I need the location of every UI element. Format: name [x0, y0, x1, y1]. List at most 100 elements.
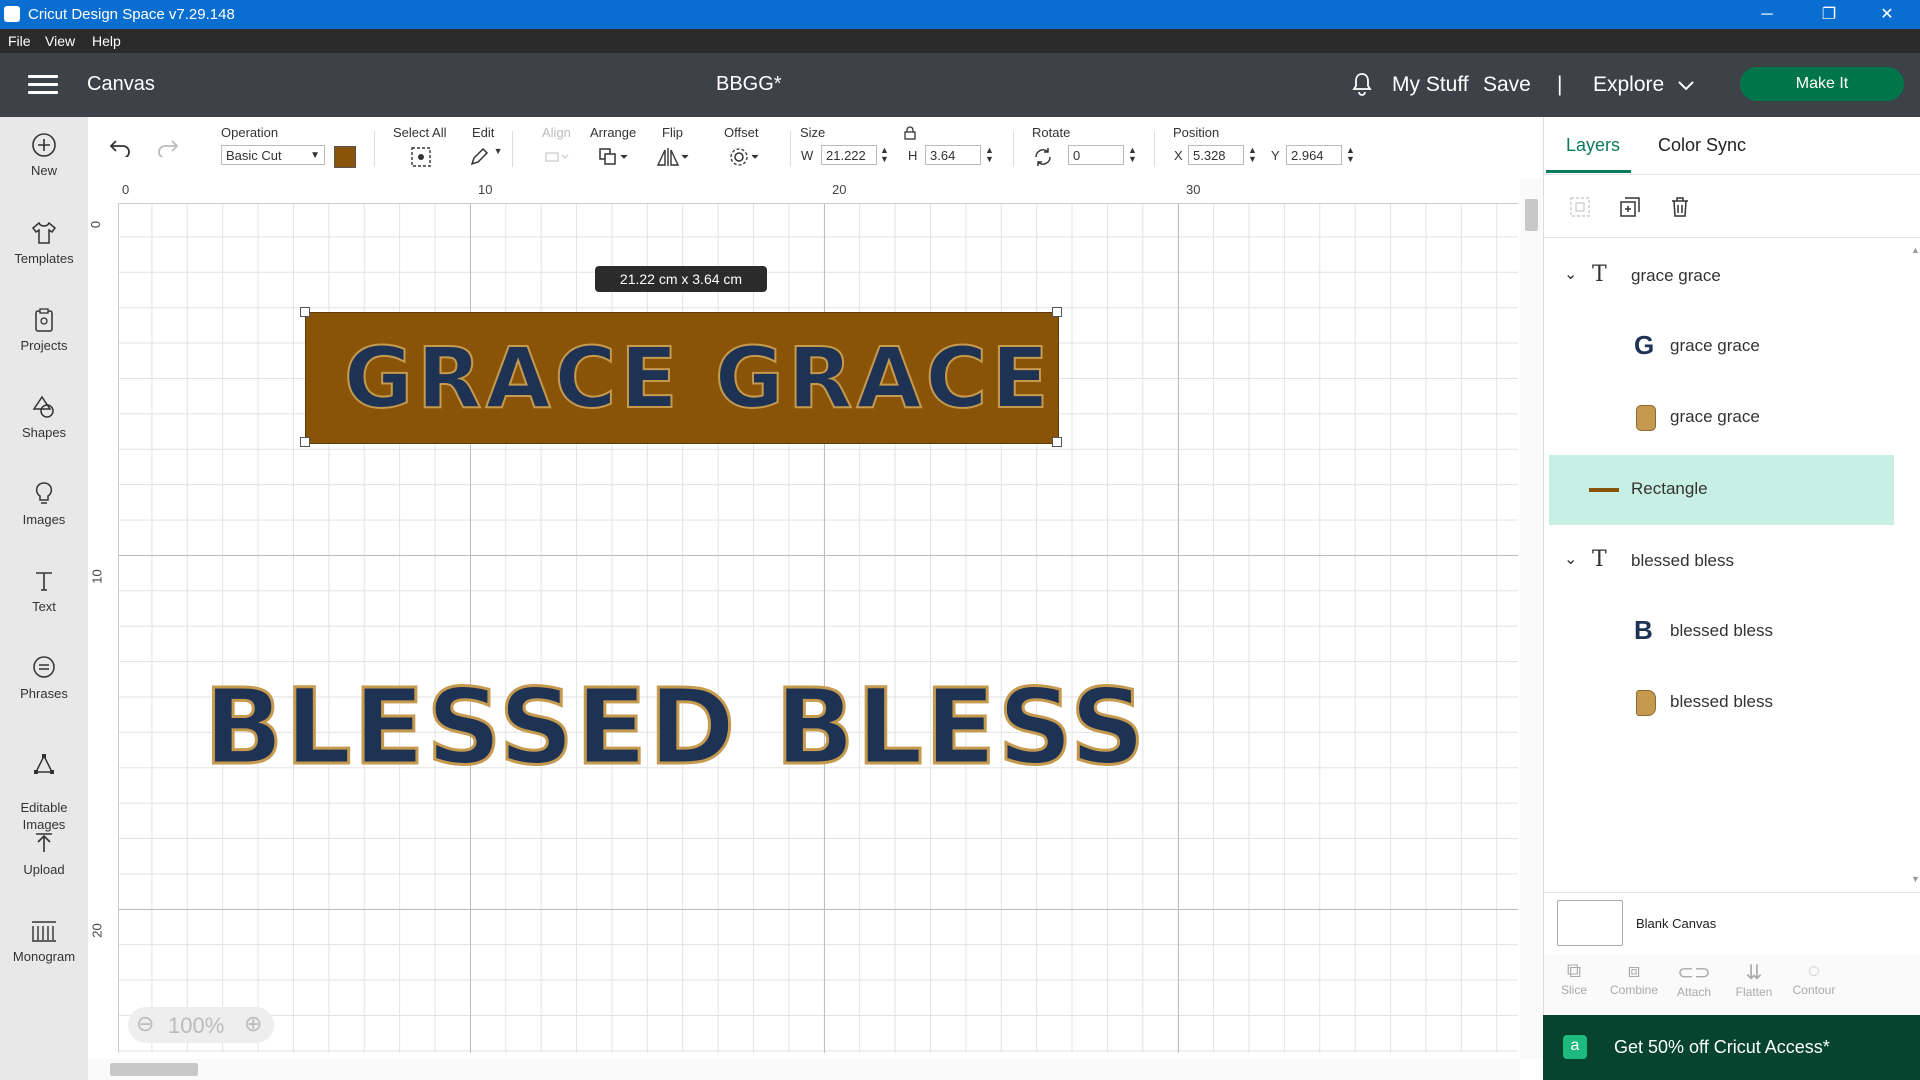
arrange-icon[interactable]: [598, 146, 632, 168]
close-window-button[interactable]: ✕: [1858, 0, 1916, 29]
scroll-thumb[interactable]: [110, 1063, 198, 1076]
flip-icon[interactable]: [656, 146, 690, 168]
tab-color-sync[interactable]: Color Sync: [1658, 135, 1746, 156]
menu-file[interactable]: File: [8, 33, 31, 49]
vertical-scrollbar[interactable]: [1520, 179, 1543, 1059]
horizontal-scrollbar[interactable]: [88, 1059, 1520, 1080]
minimize-button[interactable]: ─: [1738, 0, 1796, 29]
x-stepper[interactable]: ▲ ▼: [1248, 146, 1257, 164]
layer-blessed-outline[interactable]: blessed bless: [1544, 668, 1899, 738]
selection-handle[interactable]: [1052, 307, 1062, 317]
my-stuff-link[interactable]: My Stuff: [1392, 73, 1469, 97]
selection-handle[interactable]: [300, 437, 310, 447]
layer-label: blessed bless: [1670, 621, 1774, 640]
explore-label: Explore: [1593, 73, 1665, 96]
blank-canvas-swatch[interactable]: [1557, 900, 1623, 946]
rotate-stepper[interactable]: ▲ ▼: [1128, 146, 1137, 164]
delete-icon[interactable]: [1668, 195, 1692, 219]
width-label: W: [801, 148, 814, 163]
operation-color-swatch[interactable]: [334, 146, 356, 168]
sidebar-item-monogram[interactable]: Monogram: [0, 917, 88, 964]
make-it-button[interactable]: Make It: [1740, 67, 1904, 101]
save-button[interactable]: Save: [1483, 73, 1531, 97]
menu-help[interactable]: Help: [92, 33, 121, 49]
scroll-thumb[interactable]: [1525, 199, 1538, 231]
shapes-icon: [32, 395, 54, 418]
layer-grace-outline[interactable]: grace grace: [1544, 383, 1899, 453]
left-sidebar: New Templates Projects Shapes Images Tex…: [0, 117, 88, 1080]
title-bar: Cricut Design Space v7.29.148 ─ ❐ ✕: [0, 0, 1920, 29]
pencil-icon: [470, 147, 489, 166]
selection-handle[interactable]: [300, 307, 310, 317]
y-stepper[interactable]: ▲ ▼: [1346, 146, 1355, 164]
hamburger-menu-icon[interactable]: [28, 75, 58, 95]
ruler-tick: 0: [88, 220, 104, 229]
layer-rectangle[interactable]: Rectangle: [1549, 455, 1894, 525]
redo-icon[interactable]: [156, 137, 180, 157]
zoom-control: ⊖ 100% ⊕: [128, 1007, 274, 1043]
layer-label: grace grace: [1670, 407, 1760, 426]
chevron-down-icon[interactable]: ⌄: [1564, 549, 1577, 569]
tab-layers[interactable]: Layers: [1566, 135, 1620, 156]
width-input[interactable]: 21.222: [821, 145, 877, 165]
select-all-icon[interactable]: [410, 146, 432, 168]
restore-button[interactable]: ❐: [1800, 0, 1858, 29]
height-input[interactable]: 3.64: [925, 145, 981, 165]
height-stepper[interactable]: ▲ ▼: [985, 146, 994, 164]
selection-handle[interactable]: [1052, 437, 1062, 447]
sidebar-label: Shapes: [21, 425, 67, 440]
position-label: Position: [1173, 125, 1220, 140]
tshirt-icon: [31, 221, 57, 244]
ruler-tick: 0: [122, 182, 130, 197]
sidebar-item-upload[interactable]: Upload: [0, 830, 88, 877]
sidebar-item-phrases[interactable]: Phrases: [0, 654, 88, 701]
explore-menu[interactable]: Explore: [1593, 73, 1694, 97]
text-icon: [36, 572, 52, 591]
sidebar-item-editable-images[interactable]: Editable Images: [0, 733, 88, 833]
chevron-down-icon[interactable]: ⌄: [1564, 264, 1577, 284]
sidebar-label: Templates: [14, 251, 74, 266]
zoom-out-icon[interactable]: ⊖: [136, 1011, 154, 1037]
grace-grace-text[interactable]: GRACE GRACE: [343, 330, 1053, 426]
text-layer-icon: T: [1592, 262, 1607, 287]
layer-group-grace[interactable]: ⌄ T grace grace: [1544, 242, 1899, 312]
header-divider: |: [1557, 73, 1563, 96]
y-position-input[interactable]: 2.964: [1286, 145, 1342, 165]
sidebar-item-projects[interactable]: Projects: [0, 306, 88, 353]
letter-thumbnail-icon: B: [1634, 615, 1653, 645]
undo-icon[interactable]: [108, 137, 132, 157]
size-tooltip: 21.22 cm x 3.64 cm: [595, 266, 767, 292]
sidebar-item-templates[interactable]: Templates: [0, 219, 88, 266]
edit-menu[interactable]: ▼: [468, 146, 503, 171]
sidebar-item-shapes[interactable]: Shapes: [0, 393, 88, 440]
layer-grace-letters[interactable]: G grace grace: [1544, 312, 1899, 382]
rectangle-shape[interactable]: GRACE GRACE: [305, 312, 1059, 444]
height-label: H: [908, 148, 918, 163]
arrange-label: Arrange: [590, 125, 637, 140]
rotate-input[interactable]: 0: [1068, 145, 1124, 165]
offset-icon[interactable]: [728, 146, 762, 168]
promo-banner[interactable]: a Get 50% off Cricut Access*: [1543, 1015, 1920, 1080]
width-stepper[interactable]: ▲ ▼: [880, 146, 889, 164]
layer-group-blessed[interactable]: ⌄ T blessed bless: [1544, 527, 1899, 597]
combine-button: ⧈ Combine: [1604, 960, 1664, 997]
scroll-up-icon[interactable]: ▲: [1911, 245, 1920, 255]
sidebar-item-text[interactable]: Text: [0, 567, 88, 614]
scroll-down-icon[interactable]: ▼: [1911, 874, 1920, 884]
operation-select[interactable]: Basic Cut ▼: [221, 145, 325, 165]
zoom-in-icon[interactable]: ⊕: [244, 1011, 262, 1037]
x-position-input[interactable]: 5.328: [1188, 145, 1244, 165]
blessed-bless-text[interactable]: BLESSED BLESS: [202, 667, 1147, 788]
menu-view[interactable]: View: [45, 33, 75, 49]
operation-value: Basic Cut: [226, 148, 282, 163]
sidebar-item-new[interactable]: New: [0, 131, 88, 178]
cricut-access-icon: a: [1563, 1035, 1587, 1059]
sidebar-item-images[interactable]: Images: [0, 480, 88, 527]
bell-icon[interactable]: [1350, 71, 1374, 102]
lock-icon[interactable]: [904, 126, 916, 140]
sidebar-label: Monogram: [12, 949, 76, 964]
attach-icon: ⊂⊃: [1677, 962, 1711, 984]
duplicate-icon[interactable]: [1618, 195, 1642, 219]
layer-blessed-letters[interactable]: B blessed bless: [1544, 597, 1899, 667]
rotate-label: Rotate: [1032, 125, 1071, 140]
